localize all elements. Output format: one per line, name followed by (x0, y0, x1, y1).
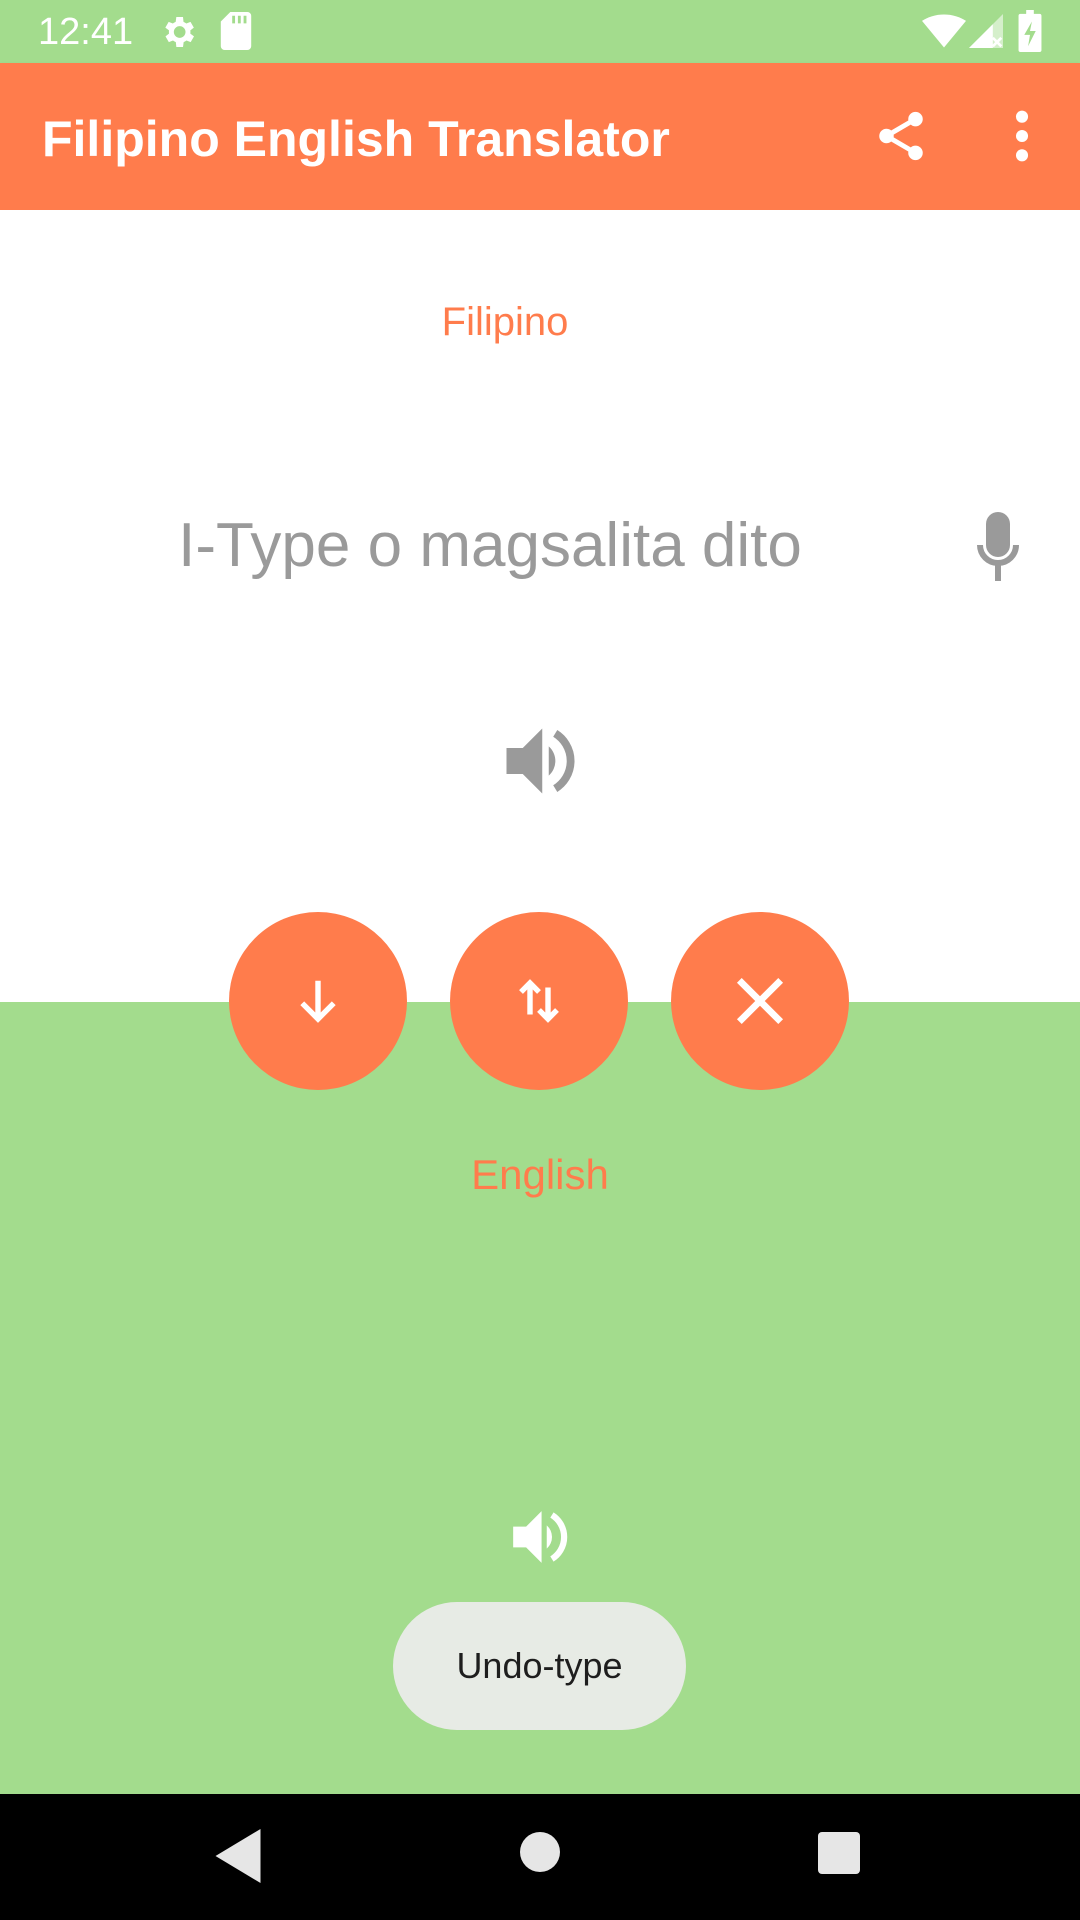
speaker-icon[interactable] (508, 1506, 570, 1568)
source-text-input[interactable] (110, 500, 870, 590)
app-title: Filipino English Translator (42, 111, 670, 167)
navigation-bar (0, 1794, 1080, 1920)
arrow-down-icon (300, 980, 336, 1023)
back-icon[interactable] (215, 1829, 261, 1883)
source-panel: Filipino (0, 210, 1080, 1002)
source-language-selector[interactable]: Filipino (0, 298, 1010, 346)
home-icon[interactable] (520, 1832, 560, 1872)
swap-languages-button[interactable] (450, 912, 628, 1090)
undo-toast: Undo-type (393, 1602, 686, 1730)
more-vert-icon[interactable] (1002, 107, 1042, 165)
wifi-icon (922, 14, 966, 48)
target-language-selector[interactable]: English (0, 1150, 1080, 1200)
recents-icon[interactable] (818, 1832, 860, 1874)
swap-vertical-icon (519, 979, 559, 1023)
status-time: 12:41 (38, 11, 134, 53)
battery-icon (1018, 10, 1042, 52)
sd-card-icon (220, 12, 252, 50)
clear-button[interactable] (671, 912, 849, 1090)
app-bar: Filipino English Translator (0, 63, 1080, 210)
mic-icon[interactable] (970, 512, 1026, 584)
speaker-icon[interactable] (500, 722, 578, 800)
share-icon[interactable] (872, 107, 930, 165)
signal-icon (969, 14, 1003, 48)
translate-down-button[interactable] (229, 912, 407, 1090)
close-icon (736, 977, 784, 1025)
gear-icon (165, 17, 194, 47)
status-bar: 12:41 (0, 0, 1080, 63)
